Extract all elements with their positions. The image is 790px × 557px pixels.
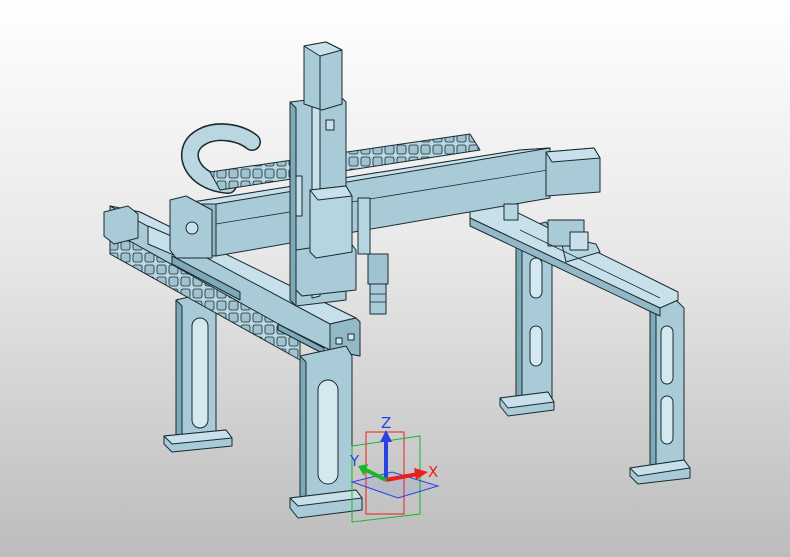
- front-right-leg: [629, 299, 691, 485]
- right-y-rail: [469, 203, 679, 317]
- z-axis-label: Z: [381, 414, 391, 432]
- y-axis-label: Y: [349, 452, 360, 470]
- x-arrowhead: [414, 468, 428, 480]
- 3d-viewport[interactable]: Z X Y: [0, 0, 790, 557]
- x-axis-label: X: [428, 463, 438, 481]
- gantry-robot-model[interactable]: Z X Y: [0, 0, 790, 557]
- front-left-leg: [289, 345, 363, 519]
